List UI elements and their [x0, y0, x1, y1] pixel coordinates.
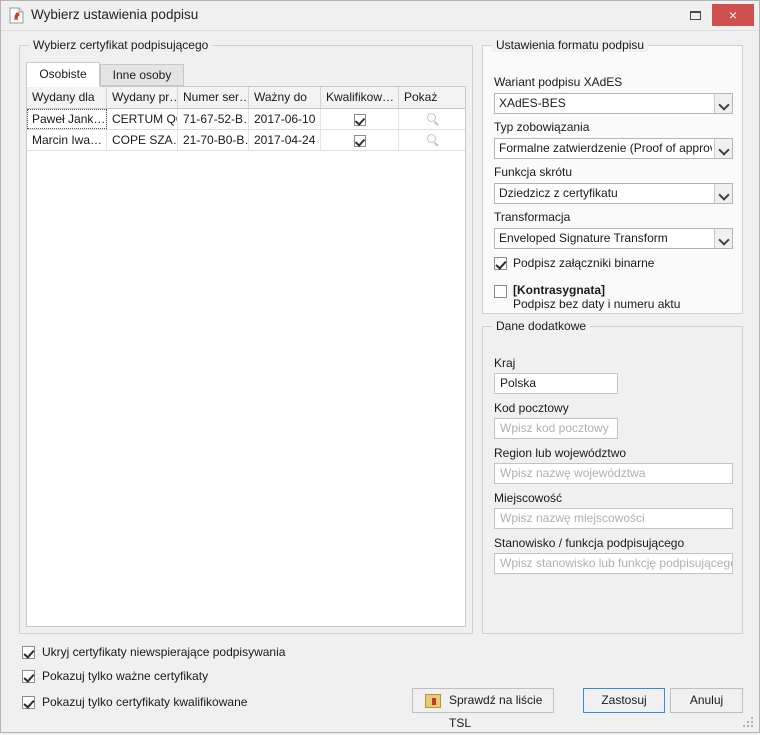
cell-wazny-do: 2017-06-10 [249, 109, 321, 129]
column-header-wazny-do[interactable]: Ważny do [249, 87, 321, 108]
check-tsl-button[interactable]: Sprawdź na liście TSL [412, 688, 554, 713]
xades-variant-label: Wariant podpisu XAdES [494, 75, 622, 89]
chevron-down-icon [714, 94, 732, 113]
checkbox-box [22, 670, 35, 683]
cell-wydany-przez: COPE SZA… [107, 130, 178, 150]
signature-format-panel: Ustawienia formatu podpisu Wariant podpi… [482, 45, 743, 314]
hash-function-select[interactable]: Dziedzicz z certyfikatu [494, 183, 733, 204]
cell-pokaz [399, 109, 466, 129]
cancel-button[interactable]: Anuluj [670, 688, 743, 713]
cell-pokaz [399, 130, 466, 150]
countersignature-title: [Kontrasygnata] [513, 283, 605, 297]
checkbox-box [494, 257, 507, 270]
qualified-checkbox[interactable] [354, 114, 366, 126]
cell-wydany-dla: Paweł Jank… [27, 109, 107, 129]
xades-variant-select[interactable]: XAdES-BES [494, 93, 733, 114]
role-label: Stanowisko / funkcja podpisującego [494, 536, 684, 550]
restore-icon [690, 11, 701, 20]
chevron-down-icon [714, 184, 732, 203]
restore-button[interactable] [686, 9, 708, 23]
countersignature-title-text: [Kontrasygnata] [513, 283, 605, 297]
close-button[interactable]: × [712, 4, 754, 26]
tab-osobiste[interactable]: Osobiste [26, 62, 100, 87]
column-header-numer-seryjny[interactable]: Numer ser… [178, 87, 249, 108]
chevron-down-icon [714, 139, 732, 158]
transformation-value: Enveloped Signature Transform [499, 229, 712, 248]
dialog-window: Wybierz ustawienia podpisu × Wybierz cer… [0, 0, 760, 733]
checkbox-box [494, 285, 507, 298]
checkbox-box [22, 646, 35, 659]
apply-button[interactable]: Zastosuj [583, 688, 665, 713]
cell-wydany-dla: Marcin Iwa… [27, 130, 107, 150]
table-row[interactable]: Paweł Jank… CERTUM QCA 71-67-52-B… 2017-… [27, 109, 465, 130]
column-header-pokaz[interactable]: Pokaż [399, 87, 466, 108]
column-header-kwalifikowany[interactable]: Kwalifikow… [321, 87, 399, 108]
window-title: Wybierz ustawienia podpisu [31, 7, 198, 22]
cell-numer-seryjny: 71-67-52-B… [178, 109, 249, 129]
resize-grip[interactable] [743, 717, 755, 729]
commitment-type-select[interactable]: Formalne zatwierdzenie (Proof of approva… [494, 138, 733, 159]
additional-data-legend: Dane dodatkowe [492, 319, 590, 333]
checkbox-box [22, 696, 35, 709]
commitment-type-value: Formalne zatwierdzenie (Proof of approva… [499, 139, 712, 158]
transformation-select[interactable]: Enveloped Signature Transform [494, 228, 733, 249]
chevron-down-icon [714, 229, 732, 248]
xades-variant-value: XAdES-BES [499, 94, 712, 113]
hide-unsupported-certs-label: Ukryj certyfikaty niewspierające podpisy… [42, 645, 285, 659]
cell-wazny-do: 2017-04-24 [249, 130, 321, 150]
only-qualified-certs-label: Pokazuj tylko certyfikaty kwalifikowane [42, 695, 247, 709]
role-input[interactable]: Wpisz stanowisko lub funkcję podpisujące… [494, 553, 733, 574]
only-valid-certs-label: Pokazuj tylko ważne certyfikaty [42, 669, 208, 683]
postal-code-input[interactable]: Wpisz kod pocztowy [494, 418, 618, 439]
postal-code-label: Kod pocztowy [494, 401, 569, 415]
cell-wydany-przez: CERTUM QCA [107, 109, 178, 129]
city-input[interactable]: Wpisz nazwę miejscowości [494, 508, 733, 529]
tab-inne-osoby[interactable]: Inne osoby [100, 64, 184, 86]
signature-format-legend: Ustawienia formatu podpisu [492, 38, 648, 52]
sign-binary-attachments-label: Podpisz załączniki binarne [513, 256, 654, 270]
table-row[interactable]: Marcin Iwa… COPE SZA… 21-70-B0-B… 2017-0… [27, 130, 465, 151]
hash-function-value: Dziedzicz z certyfikatu [499, 184, 712, 203]
signed-document-icon [9, 7, 25, 24]
country-input[interactable]: Polska [494, 373, 618, 394]
certificate-panel: Wybierz certyfikat podpisującego Osobist… [19, 45, 473, 634]
column-header-wydany-dla[interactable]: Wydany dla [27, 87, 107, 108]
hash-function-label: Funkcja skrótu [494, 165, 572, 179]
magnifier-icon[interactable] [427, 113, 441, 127]
transformation-label: Transformacja [494, 210, 570, 224]
cell-numer-seryjny: 21-70-B0-B… [178, 130, 249, 150]
title-bar: Wybierz ustawienia podpisu × [1, 1, 759, 31]
column-header-wydany-przez[interactable]: Wydany pr… [107, 87, 178, 108]
tsl-list-icon [425, 694, 441, 708]
region-label: Region lub województwo [494, 446, 626, 460]
certificate-tabs: Osobiste Inne osoby [26, 62, 466, 86]
magnifier-icon[interactable] [427, 134, 441, 148]
additional-data-panel: Dane dodatkowe Kraj Polska Kod pocztowy … [482, 326, 743, 634]
country-label: Kraj [494, 356, 515, 370]
cell-kwalifikowany [321, 109, 399, 129]
grid-header-row: Wydany dla Wydany pr… Numer ser… Ważny d… [27, 87, 465, 109]
certificate-grid[interactable]: Wydany dla Wydany pr… Numer ser… Ważny d… [26, 86, 466, 627]
city-label: Miejscowość [494, 491, 562, 505]
certificate-panel-legend: Wybierz certyfikat podpisującego [29, 38, 212, 52]
commitment-type-label: Typ zobowiązania [494, 120, 589, 134]
check-tsl-label: Sprawdź na liście TSL [449, 693, 542, 730]
countersignature-subtitle: Podpisz bez daty i numeru aktu [513, 297, 680, 311]
qualified-checkbox[interactable] [354, 135, 366, 147]
region-input[interactable]: Wpisz nazwę województwa [494, 463, 733, 484]
cell-kwalifikowany [321, 130, 399, 150]
